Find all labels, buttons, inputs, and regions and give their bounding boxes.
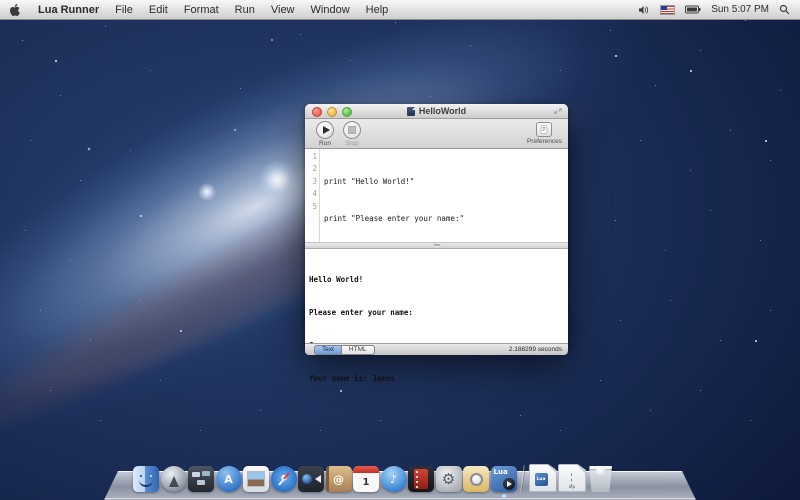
window-title: HelloWorld [419, 106, 466, 116]
battery-icon[interactable] [685, 5, 701, 14]
resize-arrows-icon[interactable] [554, 107, 563, 116]
minimize-button[interactable] [327, 107, 337, 117]
menu-help[interactable]: Help [366, 4, 389, 16]
pane-splitter[interactable] [305, 242, 568, 249]
output-line: Please enter your name: [309, 307, 568, 318]
window-controls [312, 107, 352, 117]
running-indicator [501, 494, 507, 498]
window-status-bar: Text HTML 2.188299 seconds [305, 343, 568, 355]
galaxy-core-glow [258, 160, 298, 200]
active-app-name[interactable]: Lua Runner [38, 4, 99, 16]
dock-icon-address-book[interactable]: @ [326, 466, 352, 492]
code-line: print "Please enter your name:" [324, 213, 568, 225]
dock-icon-trash[interactable] [588, 466, 614, 492]
tab-html[interactable]: HTML [342, 345, 375, 355]
output-line: Your name is: James [309, 373, 568, 384]
galaxy-secondary-glow [198, 183, 216, 201]
code-lines: print "Hello World!" print "Please enter… [320, 149, 568, 242]
title-bar[interactable]: HelloWorld [305, 104, 568, 119]
desktop-screen: Lua Runner File Edit Format Run View Win… [0, 0, 800, 500]
menu-bar: Lua Runner File Edit Format Run View Win… [0, 0, 800, 20]
dock-icon-app-store[interactable]: A [216, 466, 242, 492]
dock-icon-photo-booth[interactable] [298, 466, 324, 492]
output-line: Hello World! [309, 274, 568, 285]
preferences-icon [536, 122, 552, 137]
dock-icon-imovie[interactable] [408, 466, 434, 492]
output-pane[interactable]: Hello World! Please enter your name: Jam… [305, 249, 568, 343]
code-line: print "Hello World!" [324, 176, 568, 188]
menu-window[interactable]: Window [311, 4, 350, 16]
code-editor[interactable]: 1 2 3 4 5 print "Hello World!" print "Pl… [305, 149, 568, 242]
window-title-group: HelloWorld [407, 106, 466, 116]
menu-bar-left: Lua Runner File Edit Format Run View Win… [0, 3, 388, 17]
menu-bar-status: Sun 5:07 PM [638, 4, 800, 15]
stop-button[interactable]: Stop [339, 119, 365, 147]
tab-text[interactable]: Text [314, 345, 342, 355]
toolbar: Run Stop Preferences [305, 119, 568, 149]
close-button[interactable] [312, 107, 322, 117]
spotlight-icon[interactable] [779, 4, 790, 15]
document-proxy-icon[interactable] [407, 107, 415, 116]
execution-timer: 2.188299 seconds [509, 346, 562, 353]
dock-separator [518, 466, 527, 492]
dock-icon-archive-utility[interactable] [463, 466, 489, 492]
dock-icon-zip-archive[interactable]: zip [558, 464, 586, 492]
stop-icon [343, 121, 361, 139]
menu-format[interactable]: Format [184, 4, 219, 16]
input-source-flag-icon[interactable] [660, 5, 675, 15]
menu-run[interactable]: Run [235, 4, 255, 16]
dock-icon-mission-control[interactable] [188, 466, 214, 492]
run-icon [316, 121, 334, 139]
play-badge-icon [507, 481, 512, 487]
menu-bar-clock[interactable]: Sun 5:07 PM [711, 4, 769, 15]
dock-icon-preview[interactable] [243, 466, 269, 492]
dock-icon-calendar[interactable]: 1 [353, 466, 379, 492]
menu-view[interactable]: View [271, 4, 295, 16]
dock-icon-safari[interactable] [271, 466, 297, 492]
dock-icon-launchpad[interactable] [161, 466, 187, 492]
preferences-button[interactable]: Preferences [527, 119, 562, 145]
helloworld-window: HelloWorld Run Stop [305, 104, 568, 349]
dock-icon-finder[interactable] [133, 466, 159, 492]
dock-icon-itunes[interactable]: ♪ [381, 466, 407, 492]
volume-icon[interactable] [638, 5, 650, 15]
zoom-button[interactable] [342, 107, 352, 117]
line-number-gutter: 1 2 3 4 5 [305, 149, 320, 242]
menu-edit[interactable]: Edit [149, 4, 168, 16]
output-mode-segmented-control: Text HTML [314, 345, 375, 355]
dock-icon-system-preferences[interactable]: ⚙ [436, 466, 462, 492]
dock: A @ 1 ♪ ⚙ Lua Lua zip [133, 464, 614, 492]
run-button[interactable]: Run [312, 119, 338, 147]
menu-file[interactable]: File [115, 4, 133, 16]
dock-icon-lua-runner[interactable]: Lua [491, 466, 517, 492]
dock-icon-lua-document[interactable]: Lua [529, 464, 557, 492]
apple-menu-icon[interactable] [10, 3, 22, 17]
